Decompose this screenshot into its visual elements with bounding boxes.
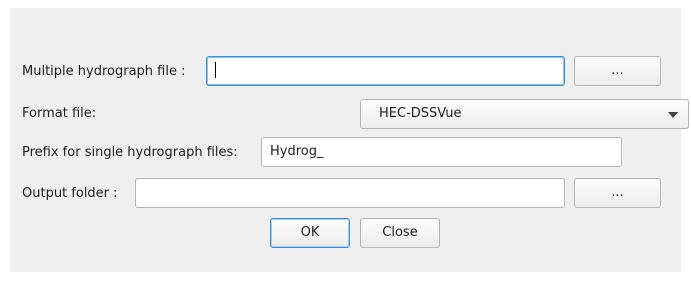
output-folder-input[interactable] bbox=[135, 178, 565, 208]
browse-hydrograph-button[interactable]: ... bbox=[574, 56, 661, 86]
format-file-value: HEC-DSSVue bbox=[379, 106, 462, 121]
prefix-value: Hydrog_ bbox=[270, 144, 324, 159]
text-cursor bbox=[215, 61, 216, 78]
browse-output-button[interactable]: ... bbox=[574, 178, 661, 208]
multiple-hydrograph-label: Multiple hydrograph file : bbox=[22, 64, 186, 79]
output-folder-label: Output folder : bbox=[22, 186, 118, 201]
multiple-hydrograph-input[interactable] bbox=[206, 56, 565, 86]
hydrograph-dialog: Multiple hydrograph file : ... Format fi… bbox=[10, 8, 689, 272]
prefix-input[interactable]: Hydrog_ bbox=[261, 137, 622, 167]
ok-button[interactable]: OK bbox=[270, 218, 350, 248]
format-file-label: Format file: bbox=[22, 106, 97, 121]
close-button[interactable]: Close bbox=[360, 218, 440, 248]
format-file-select[interactable]: HEC-DSSVue bbox=[360, 99, 689, 129]
prefix-label: Prefix for single hydrograph files: bbox=[22, 145, 238, 160]
chevron-down-icon bbox=[668, 112, 678, 118]
